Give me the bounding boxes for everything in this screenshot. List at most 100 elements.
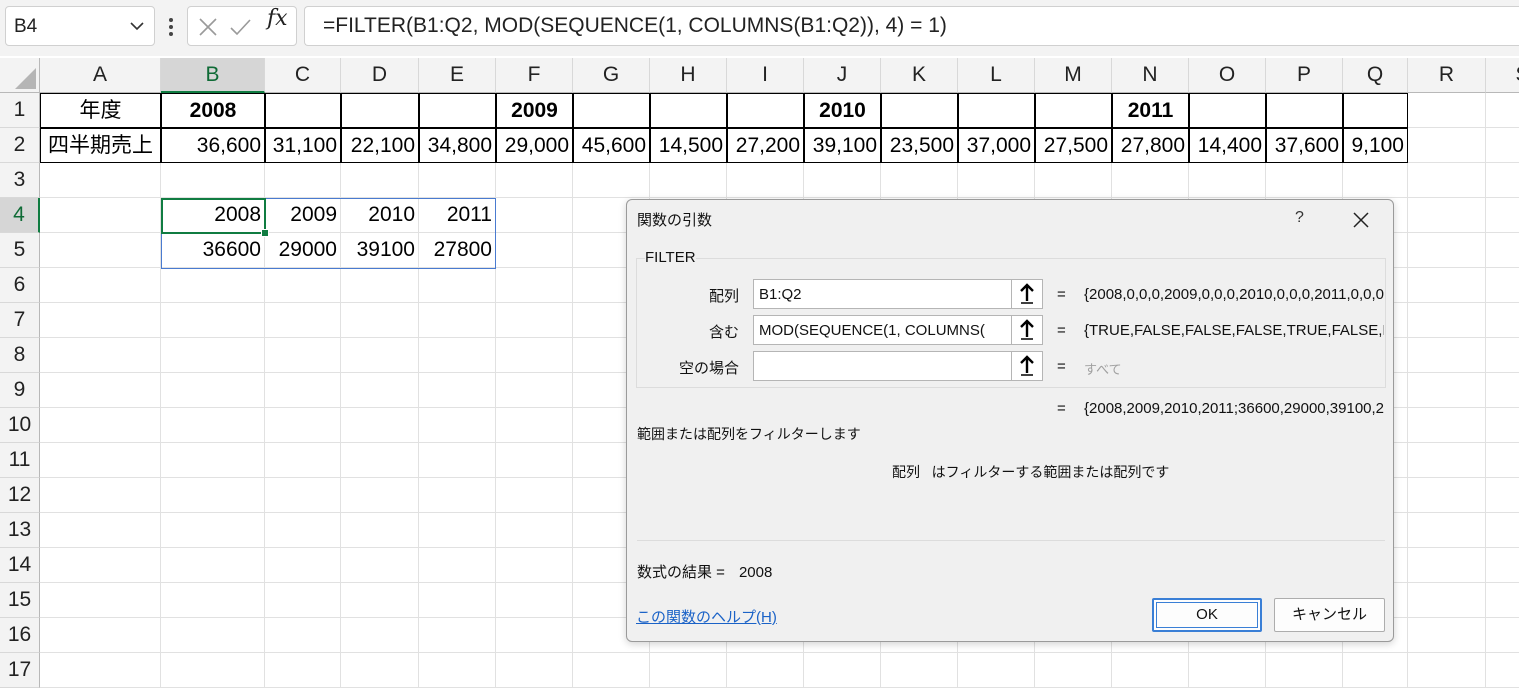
cell-o3[interactable] xyxy=(1189,163,1266,198)
cell-k3[interactable] xyxy=(881,163,958,198)
cell-j1[interactable]: 2010 xyxy=(804,93,881,128)
cell-c17[interactable] xyxy=(265,653,341,688)
cell-s15[interactable] xyxy=(1486,583,1519,618)
cell-f17[interactable] xyxy=(496,653,573,688)
cell-c11[interactable] xyxy=(265,443,341,478)
cell-s4[interactable] xyxy=(1486,198,1519,233)
cell-i1[interactable] xyxy=(727,93,804,128)
cell-o17[interactable] xyxy=(1189,653,1266,688)
cell-f15[interactable] xyxy=(496,583,573,618)
cell-d17[interactable] xyxy=(341,653,419,688)
cell-c8[interactable] xyxy=(265,338,341,373)
column-header-f[interactable]: F xyxy=(496,58,573,93)
cell-e15[interactable] xyxy=(419,583,496,618)
cell-e10[interactable] xyxy=(419,408,496,443)
cell-b4[interactable]: 2008 xyxy=(161,198,265,233)
cell-b10[interactable] xyxy=(161,408,265,443)
cell-r17[interactable] xyxy=(1408,653,1486,688)
row-header-11[interactable]: 11 xyxy=(0,443,40,478)
row-header-10[interactable]: 10 xyxy=(0,408,40,443)
cell-r7[interactable] xyxy=(1408,303,1486,338)
row-header-17[interactable]: 17 xyxy=(0,653,40,688)
row-header-15[interactable]: 15 xyxy=(0,583,40,618)
cell-b14[interactable] xyxy=(161,548,265,583)
collapse-dialog-icon[interactable] xyxy=(1011,280,1042,308)
cell-r3[interactable] xyxy=(1408,163,1486,198)
column-header-n[interactable]: N xyxy=(1112,58,1189,93)
ok-button[interactable]: OK xyxy=(1152,598,1262,632)
cell-b15[interactable] xyxy=(161,583,265,618)
cell-n1[interactable]: 2011 xyxy=(1112,93,1189,128)
cell-l2[interactable]: 37,000 xyxy=(958,128,1035,163)
cell-r4[interactable] xyxy=(1408,198,1486,233)
select-all-icon[interactable] xyxy=(0,58,40,93)
cell-d11[interactable] xyxy=(341,443,419,478)
cell-c14[interactable] xyxy=(265,548,341,583)
cell-f6[interactable] xyxy=(496,268,573,303)
cell-a14[interactable] xyxy=(40,548,161,583)
column-header-h[interactable]: H xyxy=(650,58,727,93)
cell-d1[interactable] xyxy=(341,93,419,128)
cell-a4[interactable] xyxy=(40,198,161,233)
column-header-i[interactable]: I xyxy=(727,58,804,93)
cell-e16[interactable] xyxy=(419,618,496,653)
cell-f4[interactable] xyxy=(496,198,573,233)
cell-d7[interactable] xyxy=(341,303,419,338)
row-header-8[interactable]: 8 xyxy=(0,338,40,373)
cell-l1[interactable] xyxy=(958,93,1035,128)
cell-c7[interactable] xyxy=(265,303,341,338)
cell-d10[interactable] xyxy=(341,408,419,443)
cell-m3[interactable] xyxy=(1035,163,1112,198)
cell-b12[interactable] xyxy=(161,478,265,513)
cell-q3[interactable] xyxy=(1343,163,1408,198)
cancel-button[interactable]: キャンセル xyxy=(1274,598,1385,632)
cell-s2[interactable] xyxy=(1486,128,1519,163)
cell-a12[interactable] xyxy=(40,478,161,513)
chevron-down-icon[interactable] xyxy=(128,17,146,35)
cell-b7[interactable] xyxy=(161,303,265,338)
cell-r15[interactable] xyxy=(1408,583,1486,618)
cell-f13[interactable] xyxy=(496,513,573,548)
cell-l17[interactable] xyxy=(958,653,1035,688)
cell-h2[interactable]: 14,500 xyxy=(650,128,727,163)
row-header-3[interactable]: 3 xyxy=(0,163,40,198)
cell-a2[interactable]: 四半期売上 xyxy=(40,128,161,163)
cell-q17[interactable] xyxy=(1343,653,1408,688)
collapse-dialog-icon[interactable] xyxy=(1011,352,1042,380)
row-header-12[interactable]: 12 xyxy=(0,478,40,513)
cell-p17[interactable] xyxy=(1266,653,1343,688)
cell-c6[interactable] xyxy=(265,268,341,303)
cell-e17[interactable] xyxy=(419,653,496,688)
cell-a9[interactable] xyxy=(40,373,161,408)
cell-g1[interactable] xyxy=(573,93,650,128)
cell-e13[interactable] xyxy=(419,513,496,548)
cell-f9[interactable] xyxy=(496,373,573,408)
cell-r1[interactable] xyxy=(1408,93,1486,128)
cell-d3[interactable] xyxy=(341,163,419,198)
cell-i3[interactable] xyxy=(727,163,804,198)
column-header-r[interactable]: R xyxy=(1408,58,1486,93)
cell-p3[interactable] xyxy=(1266,163,1343,198)
arg-input-array[interactable]: B1:Q2 xyxy=(753,279,1043,309)
more-options-icon[interactable] xyxy=(163,14,179,40)
cell-a16[interactable] xyxy=(40,618,161,653)
cell-b16[interactable] xyxy=(161,618,265,653)
cell-j2[interactable]: 39,100 xyxy=(804,128,881,163)
cell-b13[interactable] xyxy=(161,513,265,548)
row-header-2[interactable]: 2 xyxy=(0,128,40,163)
collapse-dialog-icon[interactable] xyxy=(1011,316,1042,344)
cell-s16[interactable] xyxy=(1486,618,1519,653)
cell-b3[interactable] xyxy=(161,163,265,198)
cell-n3[interactable] xyxy=(1112,163,1189,198)
row-header-7[interactable]: 7 xyxy=(0,303,40,338)
cell-b17[interactable] xyxy=(161,653,265,688)
column-header-c[interactable]: C xyxy=(265,58,341,93)
cell-g17[interactable] xyxy=(573,653,650,688)
column-header-a[interactable]: A xyxy=(40,58,161,93)
help-button[interactable]: ? xyxy=(1295,209,1304,227)
cell-b9[interactable] xyxy=(161,373,265,408)
cell-r14[interactable] xyxy=(1408,548,1486,583)
cell-s14[interactable] xyxy=(1486,548,1519,583)
cell-m1[interactable] xyxy=(1035,93,1112,128)
cell-s9[interactable] xyxy=(1486,373,1519,408)
